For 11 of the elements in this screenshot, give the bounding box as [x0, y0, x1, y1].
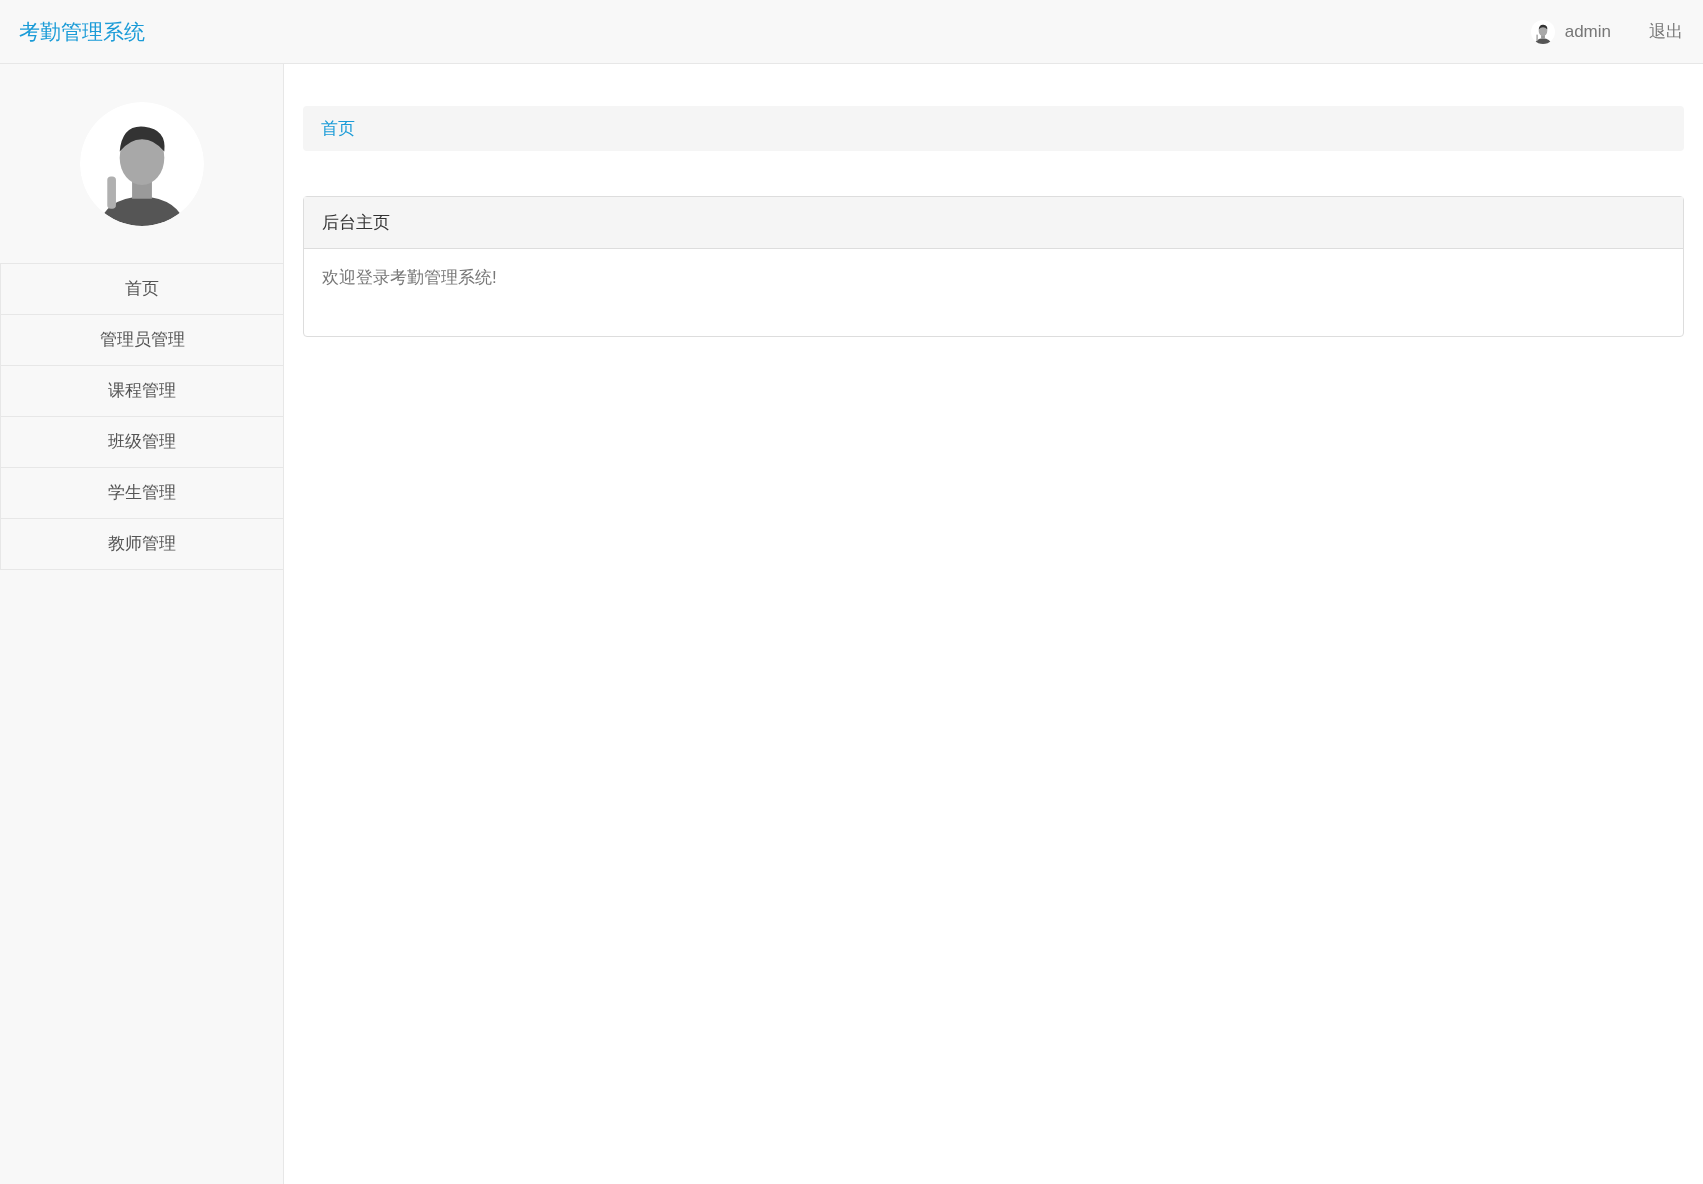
logout-link[interactable]: 退出 [1649, 18, 1683, 45]
username-link[interactable]: admin [1564, 18, 1611, 45]
sidebar-item[interactable]: 班级管理 [0, 417, 283, 468]
sidebar-item[interactable]: 课程管理 [0, 366, 283, 417]
user-avatar [1530, 19, 1555, 44]
sidebar-item[interactable]: 管理员管理 [0, 315, 283, 366]
sidebar-item[interactable]: 学生管理 [0, 468, 283, 519]
sidebar-item[interactable]: 首页 [0, 264, 283, 315]
panel-title: 后台主页 [322, 211, 390, 234]
sidebar-item[interactable]: 教师管理 [0, 519, 283, 570]
welcome-message: 欢迎登录考勤管理系统! [322, 267, 498, 289]
